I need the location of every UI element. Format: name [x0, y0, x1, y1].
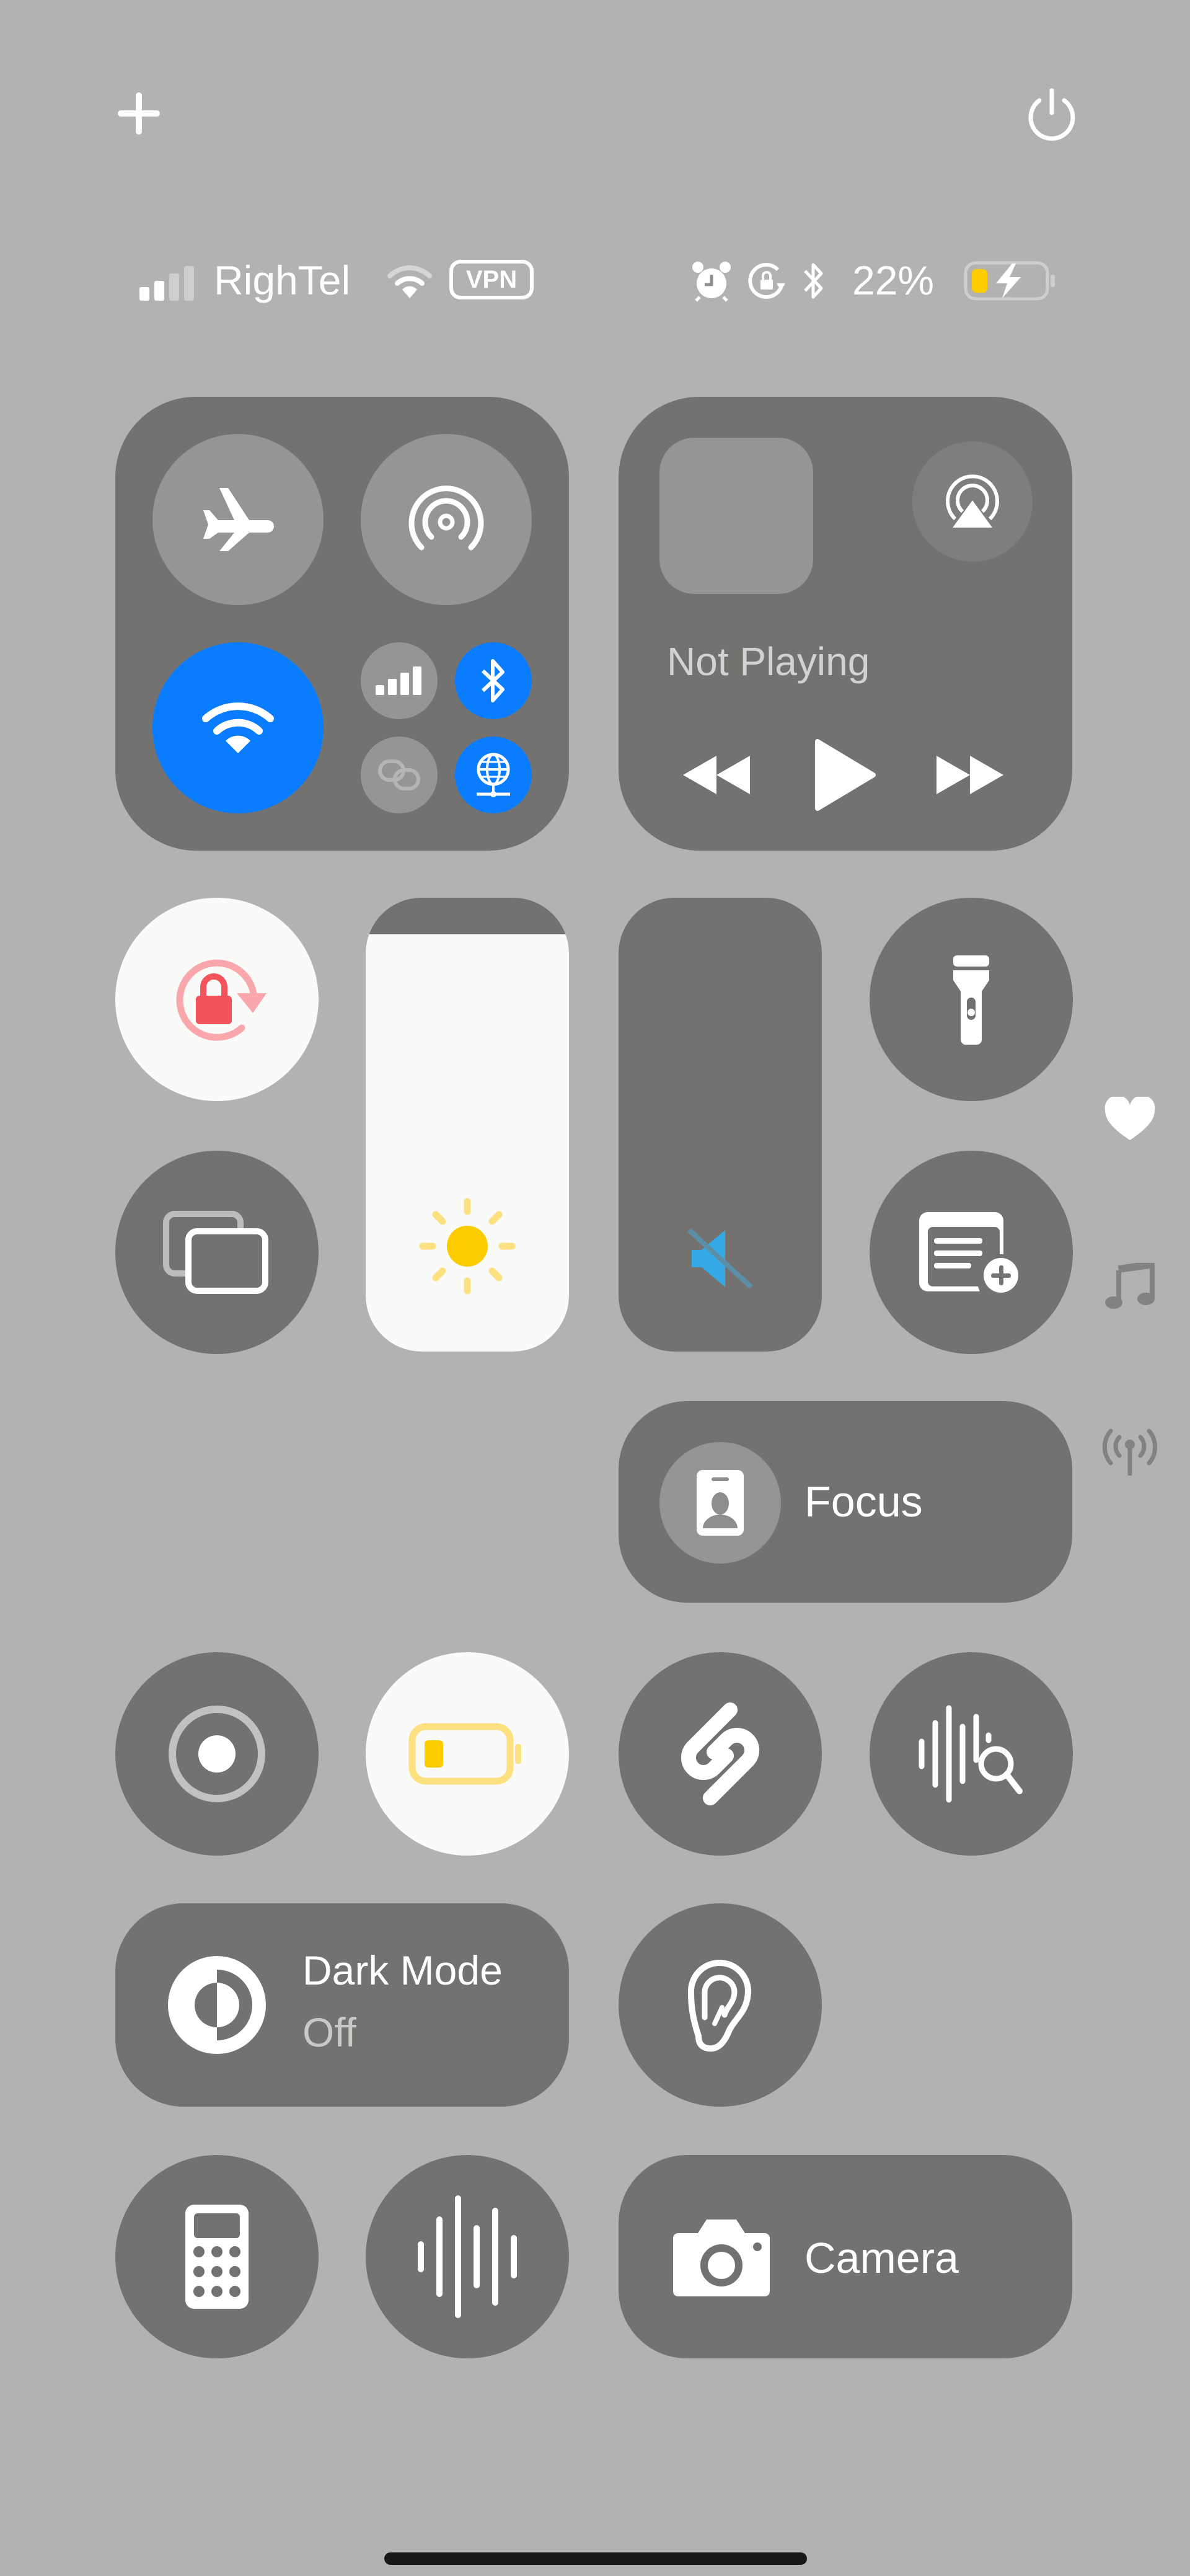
- page-indicator-connectivity[interactable]: [1102, 1423, 1158, 1479]
- carrier-name: RighTel: [214, 257, 351, 303]
- screen-mirroring-icon: [163, 1211, 268, 1294]
- quick-note-button[interactable]: [870, 1151, 1073, 1354]
- quick-note-icon: [919, 1212, 1022, 1296]
- camera-button[interactable]: Camera: [619, 2155, 1072, 2358]
- plus-icon: [118, 92, 160, 135]
- orientation-lock-icon: [176, 959, 267, 1041]
- cellular-data-toggle[interactable]: [361, 642, 438, 719]
- brightness-slider[interactable]: [366, 898, 569, 1352]
- connectivity-module: [115, 397, 569, 851]
- low-power-mode-toggle[interactable]: [366, 1652, 569, 1856]
- shazam-icon: [681, 1702, 760, 1805]
- album-artwork-placeholder: [659, 438, 813, 594]
- now-playing-status: Not Playing: [667, 639, 870, 684]
- signal-strength-icon: [139, 266, 194, 301]
- vpn-badge: VPN: [449, 260, 534, 299]
- waveform-search-icon: [919, 1705, 1023, 1803]
- volume-slider[interactable]: [619, 898, 822, 1352]
- music-note-icon: [1105, 1263, 1155, 1309]
- bluetooth-toggle[interactable]: [455, 642, 532, 719]
- shazam-button[interactable]: [619, 1652, 822, 1856]
- flashlight-button[interactable]: [870, 898, 1073, 1101]
- focus-button[interactable]: Focus: [619, 1401, 1072, 1603]
- screen-recording-button[interactable]: [115, 1652, 319, 1856]
- hearing-button[interactable]: [619, 1903, 822, 2107]
- airplane-icon: [203, 488, 274, 551]
- airplane-mode-toggle[interactable]: [152, 434, 324, 605]
- dark-mode-icon: [168, 1956, 266, 2054]
- vpn-toggle[interactable]: [455, 737, 532, 813]
- camera-icon: [673, 2220, 770, 2296]
- bluetooth-icon: [804, 263, 823, 299]
- focus-icon-circle: [659, 1442, 781, 1564]
- airplay-button[interactable]: [912, 441, 1033, 562]
- airdrop-toggle[interactable]: [361, 434, 532, 605]
- page-indicator-favorites[interactable]: [1102, 1094, 1158, 1144]
- cellular-icon: [376, 666, 421, 695]
- add-control-button[interactable]: [115, 90, 162, 137]
- sun-icon: [419, 1198, 516, 1295]
- low-battery-icon: [408, 1723, 521, 1785]
- screen-record-icon: [169, 1706, 265, 1802]
- home-indicator[interactable]: [384, 2552, 807, 2565]
- voice-memos-button[interactable]: [366, 2155, 569, 2358]
- vpn-badge-label: VPN: [465, 265, 518, 293]
- airdrop-icon: [408, 485, 484, 551]
- person-badge-icon: [697, 1470, 744, 1536]
- battery-charging-icon: [964, 261, 1055, 301]
- play-icon: [815, 739, 876, 811]
- power-button[interactable]: [1026, 87, 1078, 143]
- personal-hotspot-icon: [378, 759, 420, 790]
- waveform-icon: [418, 2195, 517, 2318]
- screen-mirroring-button[interactable]: [115, 1151, 319, 1354]
- focus-label: Focus: [804, 1477, 923, 1526]
- orientation-lock-toggle[interactable]: [115, 898, 319, 1101]
- antenna-icon: [1102, 1428, 1158, 1476]
- now-playing-module[interactable]: Not Playing: [619, 397, 1072, 851]
- music-recognition-button[interactable]: [870, 1652, 1073, 1856]
- alarm-icon: [692, 262, 731, 302]
- rewind-button[interactable]: [681, 744, 755, 806]
- battery-percentage: 22%: [852, 257, 935, 303]
- calculator-button[interactable]: [115, 2155, 319, 2358]
- rewind-icon: [683, 756, 750, 794]
- power-icon: [1028, 88, 1075, 141]
- personal-hotspot-toggle[interactable]: [361, 737, 438, 813]
- wifi-icon: [387, 265, 432, 298]
- orientation-lock-icon: [748, 263, 785, 299]
- play-button[interactable]: [811, 732, 879, 818]
- airplay-audio-icon: [946, 474, 999, 528]
- dark-mode-state: Off: [302, 2009, 356, 2055]
- status-bar: RighTel VPN 22%: [139, 251, 1057, 310]
- camera-label: Camera: [804, 2234, 959, 2282]
- page-indicator-music[interactable]: [1102, 1259, 1158, 1314]
- battery-indicator: [964, 261, 1055, 301]
- ear-icon: [687, 1960, 751, 2052]
- dark-mode-label: Dark Mode: [302, 1947, 503, 1993]
- calculator-icon: [185, 2205, 249, 2309]
- fast-forward-button[interactable]: [932, 744, 1006, 806]
- wifi-icon: [202, 702, 274, 753]
- flashlight-icon: [953, 955, 989, 1045]
- heart-icon: [1104, 1097, 1155, 1140]
- wifi-toggle[interactable]: [152, 642, 324, 813]
- fast-forward-icon: [937, 756, 1003, 794]
- dark-mode-toggle[interactable]: Dark Mode Off: [115, 1903, 569, 2107]
- speaker-muted-icon: [687, 1228, 753, 1289]
- bluetooth-icon: [481, 659, 505, 702]
- vpn-globe-icon: [477, 753, 510, 797]
